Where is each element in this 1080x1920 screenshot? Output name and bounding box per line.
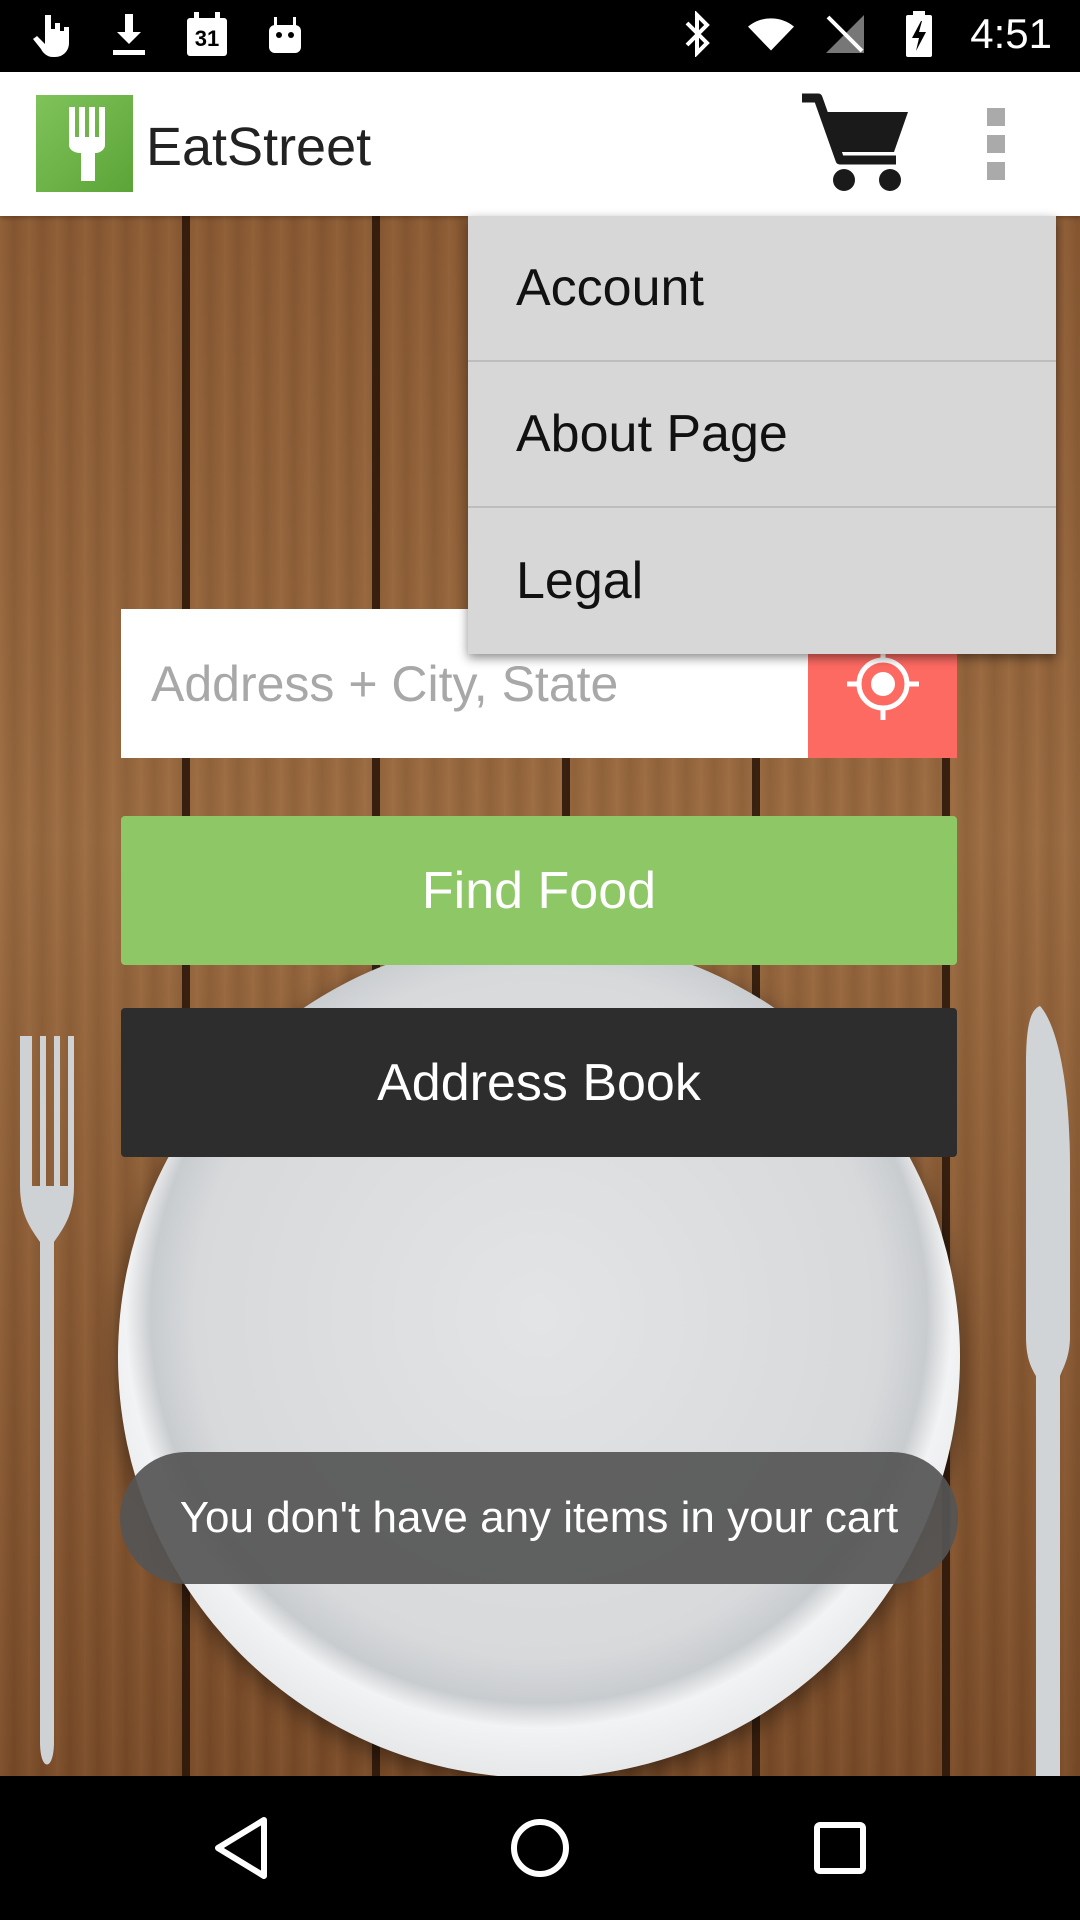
fork-image bbox=[20, 1036, 74, 1765]
toast-message: You don't have any items in your cart bbox=[120, 1452, 958, 1584]
app-title: EatStreet bbox=[146, 117, 372, 177]
menu-item-legal[interactable]: Legal bbox=[468, 508, 1056, 654]
android-icon bbox=[262, 12, 308, 58]
find-food-button[interactable]: Find Food bbox=[121, 816, 957, 965]
status-clock: 4:51 bbox=[970, 10, 1052, 57]
action-bar: EatStreet bbox=[0, 72, 1080, 216]
more-vert-icon[interactable] bbox=[976, 108, 1016, 180]
calendar-icon: 31 bbox=[184, 12, 230, 58]
menu-item-about-page[interactable]: About Page bbox=[468, 362, 1056, 508]
cart-icon bbox=[802, 93, 908, 191]
knife-image bbox=[1026, 1006, 1070, 1776]
calendar-day: 31 bbox=[194, 26, 220, 51]
hand-icon bbox=[28, 12, 74, 58]
battery-charging-icon bbox=[896, 11, 942, 57]
status-bar: 31 4:51 bbox=[0, 0, 1080, 72]
cart-button[interactable] bbox=[800, 90, 912, 198]
menu-item-account[interactable]: Account bbox=[468, 216, 1056, 362]
download-icon bbox=[106, 12, 152, 58]
overflow-menu: Account About Page Legal bbox=[468, 216, 1056, 654]
navigation-bar bbox=[0, 1776, 1080, 1920]
recents-icon[interactable] bbox=[804, 1812, 876, 1884]
status-right-icons: 4:51 bbox=[674, 10, 1052, 58]
back-icon[interactable] bbox=[206, 1812, 278, 1884]
home-icon[interactable] bbox=[504, 1812, 576, 1884]
crosshair-icon bbox=[846, 647, 919, 720]
fork-logo-icon bbox=[36, 95, 133, 192]
address-book-button[interactable]: Address Book bbox=[121, 1008, 957, 1157]
wifi-icon bbox=[748, 11, 795, 57]
bluetooth-icon bbox=[674, 11, 720, 57]
status-left-icons: 31 bbox=[28, 12, 308, 58]
no-signal-icon bbox=[822, 11, 868, 57]
